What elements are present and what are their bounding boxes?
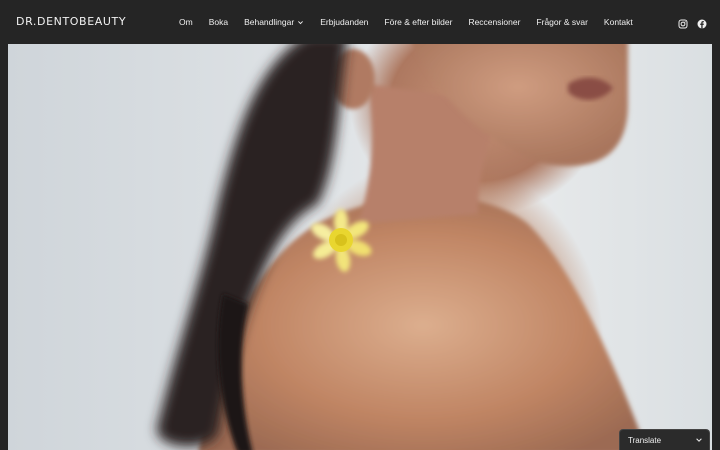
nav-item-erbjudanden[interactable]: Erbjudanden	[320, 17, 368, 27]
translate-widget[interactable]: Translate	[619, 429, 710, 450]
site-logo[interactable]: DR.DENTOBEAUTY	[16, 15, 126, 28]
hero-image	[8, 44, 712, 450]
translate-label: Translate	[628, 435, 662, 445]
chevron-down-icon	[298, 20, 304, 24]
nav-item-kontakt[interactable]: Kontakt	[604, 17, 633, 27]
chevron-down-icon	[696, 438, 702, 442]
site-header: DR.DENTOBEAUTY Om Boka Behandlingar Erbj…	[0, 0, 720, 44]
nav-item-behandlingar[interactable]: Behandlingar	[244, 17, 304, 27]
social-links	[678, 16, 707, 29]
facebook-icon[interactable]	[697, 16, 707, 29]
nav-item-reccensioner[interactable]: Reccensioner	[468, 17, 520, 27]
nav-item-boka[interactable]: Boka	[209, 17, 228, 27]
main-nav: Om Boka Behandlingar Erbjudanden Före & …	[179, 0, 633, 44]
nav-item-fragor-svar[interactable]: Frågor & svar	[536, 17, 588, 27]
nav-item-fore-efter[interactable]: Före & efter bilder	[384, 17, 452, 27]
hero-photo	[156, 44, 647, 450]
nav-item-om[interactable]: Om	[179, 17, 193, 27]
instagram-icon[interactable]	[678, 16, 688, 29]
